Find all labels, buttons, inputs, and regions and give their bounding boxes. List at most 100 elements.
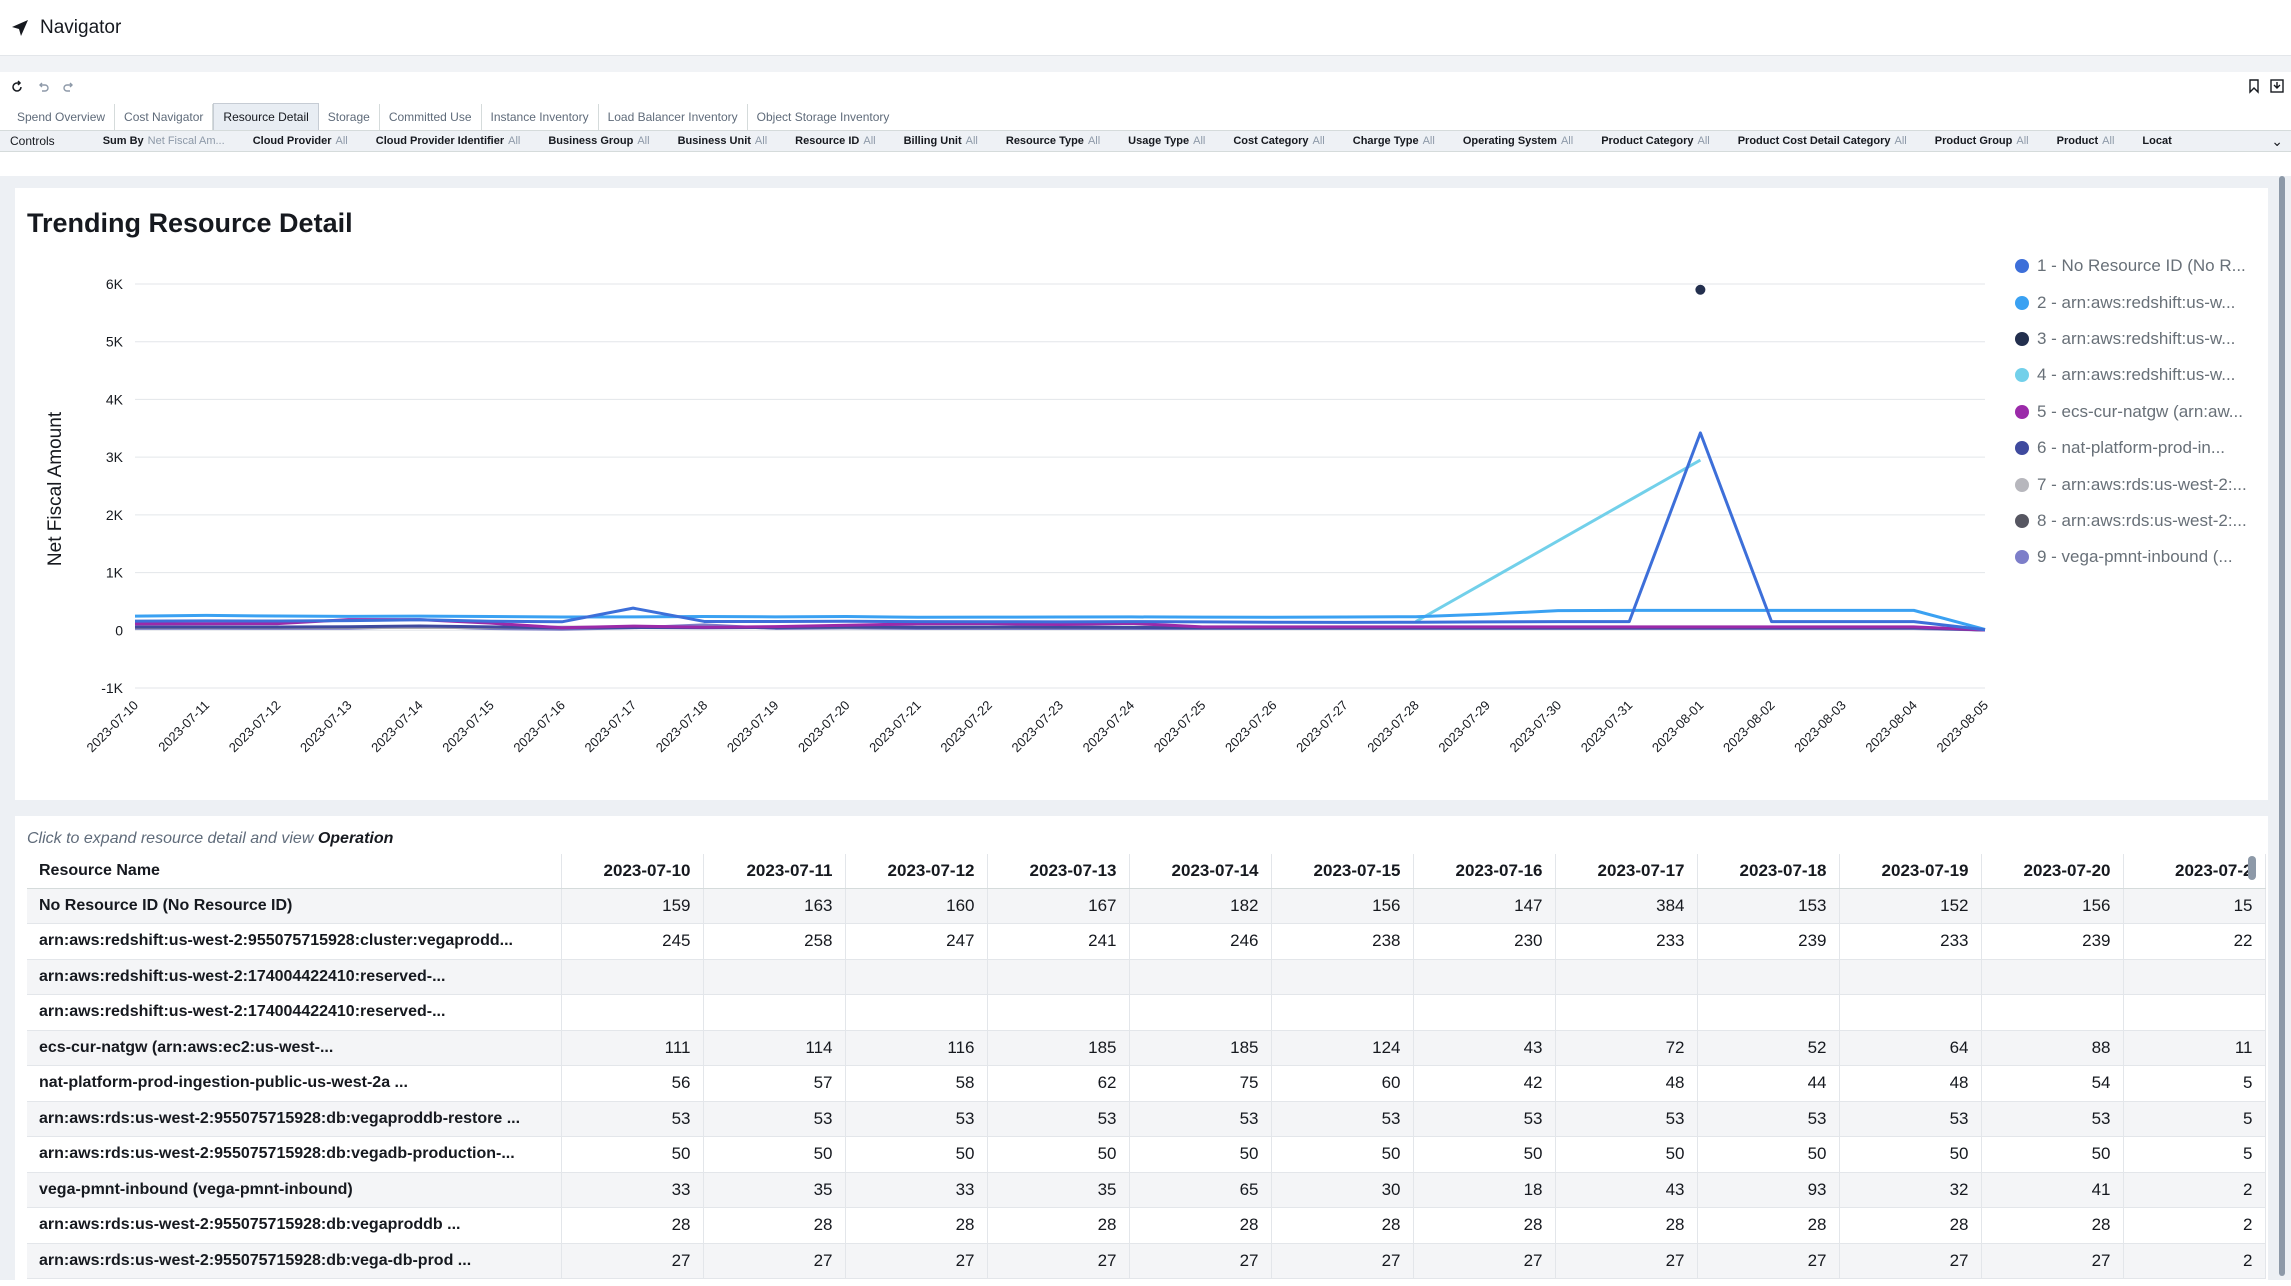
download-icon[interactable] [2269,78,2285,99]
resource-name-cell[interactable]: No Resource ID (No Resource ID) [27,888,562,924]
table-scrollbar[interactable] [2248,856,2256,880]
bookmark-icon[interactable] [2247,78,2261,99]
series-line[interactable] [1415,458,1702,623]
table-row[interactable]: arn:aws:rds:us-west-2:955075715928:db:ve… [27,1101,2266,1137]
control-resource-id[interactable]: Resource ID All [795,135,875,147]
column-header-resource-name[interactable]: Resource Name [27,854,562,889]
resource-name-cell[interactable]: arn:aws:rds:us-west-2:955075715928:db:ve… [27,1101,562,1137]
control-operating-system[interactable]: Operating System All [1463,135,1573,147]
tab-load-balancer-inventory[interactable]: Load Balancer Inventory [599,104,748,130]
table-row[interactable]: vega-pmnt-inbound (vega-pmnt-inbound) 33 3… [27,1172,2266,1208]
undo-icon[interactable] [34,78,52,96]
control-sum-by[interactable]: Sum By Net Fiscal Am... [103,135,225,147]
tab-committed-use[interactable]: Committed Use [380,104,482,130]
control-cloud-provider-identifier[interactable]: Cloud Provider Identifier All [376,135,521,147]
chevron-down-icon[interactable]: ⌄ [2265,133,2283,150]
column-header-date[interactable]: 2023-07-2 [2123,854,2266,889]
control-billing-unit[interactable]: Billing Unit All [904,135,978,147]
value-cell [2123,994,2266,1031]
resource-name-cell[interactable]: arn:aws:rds:us-west-2:955075715928:db:ve… [27,1207,562,1244]
resource-name-cell[interactable]: arn:aws:redshift:us-west-2:174004422410:… [27,994,562,1031]
legend-item[interactable]: 3 - arn:aws:redshift:us-w... [2015,321,2255,357]
navigation-arrow-icon [12,19,28,36]
column-header-date[interactable]: 2023-07-10 [561,854,704,889]
line-chart[interactable]: 6K 5K 4K 3K 2K 1K 0 -1K Net Fiscal Amount 2023-07… [15,188,2005,788]
value-cell: 50 [1981,1136,2124,1173]
column-header-date[interactable]: 2023-07-16 [1413,854,1556,889]
control-product-cost-detail-category[interactable]: Product Cost Detail Category All [1738,135,1907,147]
control-business-unit[interactable]: Business Unit All [678,135,768,147]
value-cell: 41 [1981,1172,2124,1208]
table-row[interactable]: arn:aws:redshift:us-west-2:174004422410:… [27,959,2266,995]
resource-name-cell[interactable]: arn:aws:redshift:us-west-2:955075715928:… [27,923,562,960]
value-cell: 48 [1555,1065,1698,1102]
legend-marker-icon [2015,441,2029,456]
column-header-date[interactable]: 2023-07-11 [703,854,846,889]
table-row[interactable]: arn:aws:rds:us-west-2:955075715928:db:ve… [27,1207,2266,1244]
control-location[interactable]: Locat [2142,135,2175,147]
table-row[interactable]: arn:aws:redshift:us-west-2:174004422410:… [27,994,2266,1031]
control-product[interactable]: Product All [2057,135,2115,147]
legend-item[interactable]: 7 - arn:aws:rds:us-west-2:... [2015,466,2255,502]
page-scrollbar-thumb[interactable] [2279,176,2285,1276]
controls-label[interactable]: Controls [10,134,55,148]
value-cell: 185 [1129,1030,1272,1066]
legend-item[interactable]: 6 - nat-platform-prod-in... [2015,430,2255,466]
control-product-group[interactable]: Product Group All [1935,135,2029,147]
tab-spend-overview[interactable]: Spend Overview [8,104,116,130]
table-row[interactable]: arn:aws:rds:us-west-2:955075715928:db:ve… [27,1243,2266,1279]
control-cost-category[interactable]: Cost Category All [1233,135,1324,147]
column-header-date[interactable]: 2023-07-12 [845,854,988,889]
column-header-date[interactable]: 2023-07-18 [1697,854,1840,889]
control-business-group[interactable]: Business Group All [548,135,649,147]
resource-name-cell[interactable]: vega-pmnt-inbound (vega-pmnt-inbound) [27,1172,562,1208]
table-row[interactable]: nat-platform-prod-ingestion-public-us-we… [27,1065,2266,1102]
series-line[interactable] [134,431,1986,632]
redo-icon[interactable] [60,78,78,96]
sheet-content: Trending Resource Detail 6K 5K 4K 3K 2K 1K 0 -1… [0,176,2291,1286]
value-cell: 53 [1981,1101,2124,1137]
resource-name-cell[interactable]: arn:aws:rds:us-west-2:955075715928:db:ve… [27,1243,562,1279]
control-resource-type[interactable]: Resource Type All [1006,135,1100,147]
resource-name-cell[interactable]: nat-platform-prod-ingestion-public-us-we… [27,1065,562,1102]
legend-item[interactable]: 1 - No Resource ID (No R... [2015,248,2255,284]
control-usage-type[interactable]: Usage Type All [1128,135,1205,147]
legend-item[interactable]: 5 - ecs-cur-natgw (arn:aw... [2015,394,2255,430]
column-header-date[interactable]: 2023-07-17 [1555,854,1698,889]
column-header-date[interactable]: 2023-07-15 [1271,854,1414,889]
legend-item[interactable]: 4 - arn:aws:redshift:us-w... [2015,357,2255,393]
value-cell: 64 [1839,1030,1982,1066]
tab-cost-navigator[interactable]: Cost Navigator [115,104,214,130]
series-point[interactable] [1695,284,1706,295]
control-charge-type[interactable]: Charge Type All [1353,135,1435,147]
refresh-icon[interactable] [8,78,26,96]
tab-resource-detail[interactable]: Resource Detail [213,103,319,130]
column-header-date[interactable]: 2023-07-20 [1981,854,2124,889]
value-cell: 2 [2123,1207,2266,1244]
tab-object-storage-inventory[interactable]: Object Storage Inventory [748,104,899,130]
tab-storage[interactable]: Storage [319,104,380,130]
resource-name-cell[interactable]: ecs-cur-natgw (arn:aws:ec2:us-west-... [27,1030,562,1066]
page-scrollbar[interactable] [2279,176,2285,1280]
table-row[interactable]: arn:aws:redshift:us-west-2:955075715928:… [27,923,2266,960]
legend-item[interactable]: 8 - arn:aws:rds:us-west-2:... [2015,503,2255,539]
column-header-date[interactable]: 2023-07-14 [1129,854,1272,889]
value-cell: 35 [987,1172,1130,1208]
controls-bar: Controls Sum By Net Fiscal Am... Cloud Pr… [0,130,2291,152]
resource-name-cell[interactable]: arn:aws:rds:us-west-2:955075715928:db:ve… [27,1136,562,1173]
legend-item[interactable]: 9 - vega-pmnt-inbound (... [2015,539,2255,575]
table-row[interactable]: ecs-cur-natgw (arn:aws:ec2:us-west-... 11… [27,1030,2266,1066]
control-product-category[interactable]: Product Category All [1601,135,1710,147]
table-row[interactable]: No Resource ID (No Resource ID) 159 163 160… [27,888,2266,924]
column-header-date[interactable]: 2023-07-19 [1839,854,1982,889]
legend-label: 6 - nat-platform-prod-in... [2037,438,2226,458]
control-cloud-provider[interactable]: Cloud Provider All [253,135,348,147]
tab-instance-inventory[interactable]: Instance Inventory [482,104,599,130]
value-cell: 27 [1413,1243,1556,1279]
resource-name-cell[interactable]: arn:aws:redshift:us-west-2:174004422410:… [27,959,562,995]
legend-item[interactable]: 2 - arn:aws:redshift:us-w... [2015,284,2255,320]
column-header-date[interactable]: 2023-07-13 [987,854,1130,889]
header-spacer [0,56,2291,72]
table-row[interactable]: arn:aws:rds:us-west-2:955075715928:db:ve… [27,1136,2266,1173]
value-cell: 124 [1271,1030,1414,1066]
